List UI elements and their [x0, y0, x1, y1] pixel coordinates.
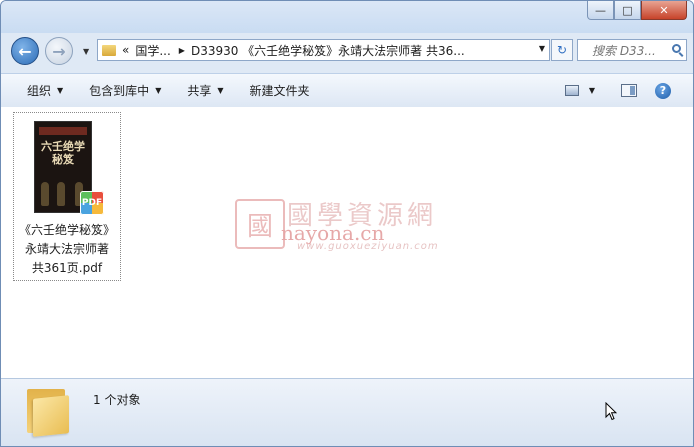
details-pane: 1 个对象 [1, 378, 693, 446]
back-button[interactable]: ← [11, 37, 39, 65]
breadcrumb-item[interactable]: 国学... [135, 42, 170, 59]
breadcrumb-current[interactable]: D33930 《六壬绝学秘笈》永靖大法宗师著 共36... [191, 42, 465, 59]
thumbnail-title: 六壬绝学秘笈 [41, 140, 85, 166]
arrow-left-icon: ← [18, 41, 32, 61]
search-icon[interactable] [672, 44, 681, 53]
address-bar[interactable]: « 国学... ▶ D33930 《六壬绝学秘笈》永靖大法宗师著 共36... … [97, 39, 550, 61]
breadcrumb-separator-icon[interactable]: ▶ [179, 46, 185, 55]
pdf-icon: PDF [80, 191, 104, 215]
chevron-down-icon: ▼ [83, 47, 90, 56]
include-in-library-label: 包含到库中 [89, 84, 150, 98]
refresh-icon: ↻ [556, 43, 568, 57]
watermark-url-text: www.guoxueziyuan.com [297, 241, 439, 252]
navigation-bar: ← → ▼ « 国学... ▶ D33930 《六壬绝学秘笈》永靖大法宗师著 共… [1, 33, 693, 69]
change-view-icon[interactable] [564, 85, 579, 96]
window-controls: — □ ✕ [587, 1, 687, 20]
organize-label: 组织 [27, 84, 52, 98]
help-icon[interactable]: ? [655, 82, 671, 99]
folder-icon [102, 44, 116, 56]
maximize-button[interactable]: □ [614, 1, 641, 20]
refresh-button[interactable]: ↻ [551, 39, 573, 61]
folder-icon [25, 387, 71, 437]
forward-button[interactable]: → [45, 37, 73, 65]
minimize-button[interactable]: — [587, 1, 614, 20]
thumbnail-figure [41, 182, 49, 206]
address-dropdown-icon[interactable]: ▼ [539, 44, 545, 53]
close-button[interactable]: ✕ [641, 1, 687, 20]
command-bar: 组织 ▼ 包含到库中 ▼ 共享 ▼ 新建文件夹 ▼ ? [1, 73, 693, 108]
new-folder-label: 新建文件夹 [249, 84, 310, 98]
include-in-library-menu[interactable]: 包含到库中 ▼ [89, 82, 161, 99]
toolbar-right: ▼ ? [564, 74, 693, 107]
watermark-seal-icon: 國 [235, 199, 285, 249]
file-name-line: 永靖大法宗师著 [24, 242, 109, 256]
breadcrumb-overflow[interactable]: « [122, 43, 129, 57]
share-menu[interactable]: 共享 ▼ [187, 82, 223, 99]
preview-pane-icon[interactable] [621, 84, 637, 97]
item-count: 1 个对象 [93, 393, 141, 407]
search-box[interactable] [577, 39, 687, 61]
file-name-line: 共361页.pdf [31, 261, 103, 275]
chevron-down-icon: ▼ [217, 86, 224, 95]
arrow-right-icon: → [52, 41, 66, 61]
explorer-window: — □ ✕ ← → ▼ « 国学... ▶ D33930 《六壬绝学秘笈》永靖大… [0, 0, 694, 447]
new-folder-button[interactable]: 新建文件夹 [250, 82, 310, 99]
organize-menu[interactable]: 组织 ▼ [27, 82, 63, 99]
file-list-area[interactable]: 六壬绝学秘笈 PDF 《六壬绝学秘笈》 永靖大法宗师著 共361页.pdf 國 … [1, 107, 693, 378]
view-options-chevron-icon[interactable]: ▼ [589, 86, 595, 95]
share-label: 共享 [187, 84, 212, 98]
thumbnail-figure [57, 182, 65, 206]
file-name-line: 《六壬绝学秘笈》 [18, 223, 115, 237]
recent-pages-dropdown[interactable]: ▼ [83, 47, 89, 56]
file-item[interactable]: 六壬绝学秘笈 PDF 《六壬绝学秘笈》 永靖大法宗师著 共361页.pdf [13, 112, 121, 281]
file-name[interactable]: 《六壬绝学秘笈》 永靖大法宗师著 共361页.pdf [14, 221, 120, 278]
search-input[interactable] [590, 41, 679, 61]
title-bar: — □ ✕ [1, 1, 693, 33]
watermark: 國 國學資源網 nayona.cn www.guoxueziyuan.com [235, 199, 465, 259]
chevron-down-icon: ▼ [155, 86, 162, 95]
chevron-down-icon: ▼ [57, 86, 64, 95]
thumbnail-banner [39, 127, 87, 135]
